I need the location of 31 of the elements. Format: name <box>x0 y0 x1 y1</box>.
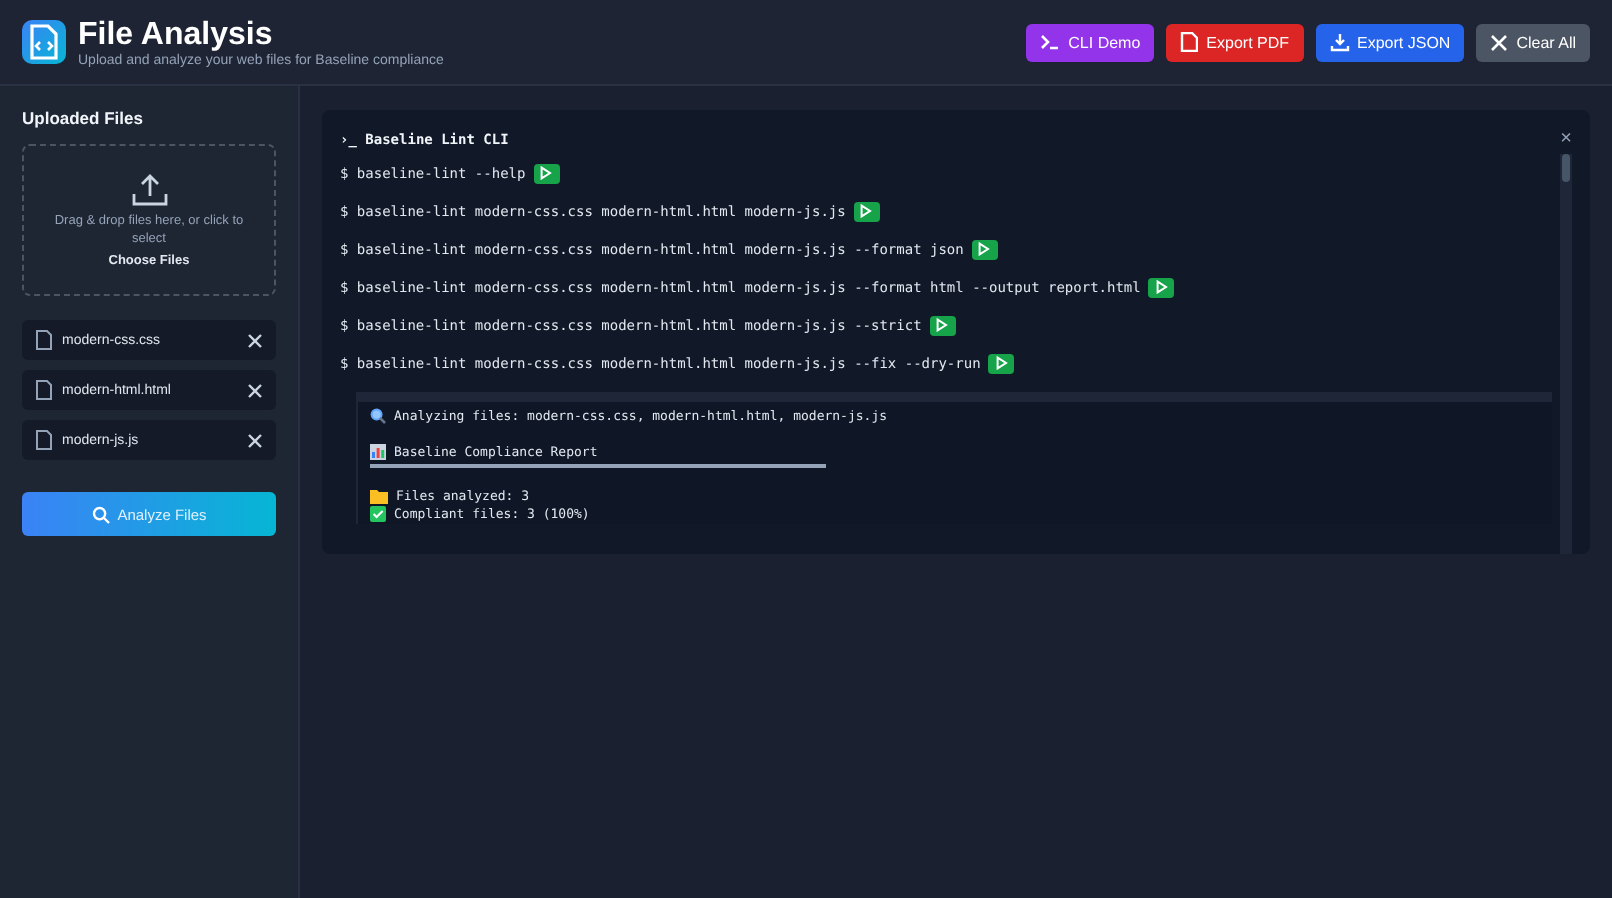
json-button[interactable]: Export JSON <box>1315 23 1465 61</box>
remove-icon[interactable] <box>248 333 262 347</box>
run-button[interactable] <box>988 353 1015 373</box>
pdf-button[interactable]: Export PDF <box>1166 23 1304 61</box>
run-button[interactable] <box>929 315 956 335</box>
remove-icon[interactable] <box>248 383 262 397</box>
close-button[interactable]: × <box>1560 128 1572 150</box>
download-icon <box>1329 32 1350 52</box>
run-button[interactable] <box>853 201 880 221</box>
run-button[interactable] <box>971 239 998 259</box>
search-icon <box>370 407 386 423</box>
file-icon <box>36 430 52 450</box>
remove-icon[interactable] <box>248 433 262 447</box>
search-icon <box>91 505 110 523</box>
bar-chart-icon <box>370 443 386 459</box>
folder-icon <box>370 487 388 503</box>
run-button[interactable] <box>533 163 560 183</box>
scrollbar-thumb[interactable] <box>1562 154 1570 182</box>
terminal-icon <box>1040 32 1061 52</box>
cli-button[interactable]: CLI Demo <box>1026 23 1155 61</box>
check-icon <box>370 505 386 521</box>
file-code-icon <box>22 20 66 64</box>
upload-icon <box>131 173 167 205</box>
file-icon <box>36 330 52 350</box>
page-title: File Analysis <box>78 17 275 53</box>
run-button[interactable] <box>1148 277 1175 297</box>
sidebar-title: Uploaded Files <box>22 108 145 128</box>
clear-button[interactable]: Clear All <box>1476 23 1590 61</box>
close-icon <box>1490 33 1509 51</box>
document-icon <box>1180 32 1199 52</box>
file-icon <box>36 380 52 400</box>
